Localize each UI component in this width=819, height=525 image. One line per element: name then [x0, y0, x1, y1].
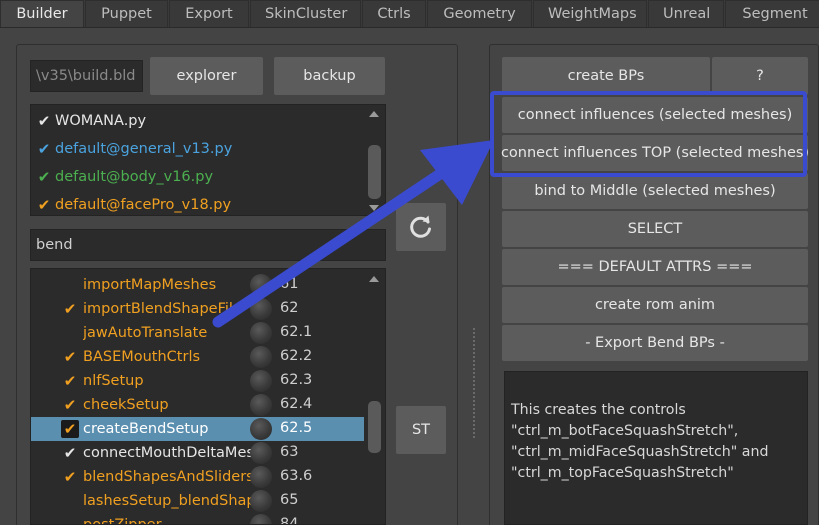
- annotation-arrow-icon: [212, 140, 494, 328]
